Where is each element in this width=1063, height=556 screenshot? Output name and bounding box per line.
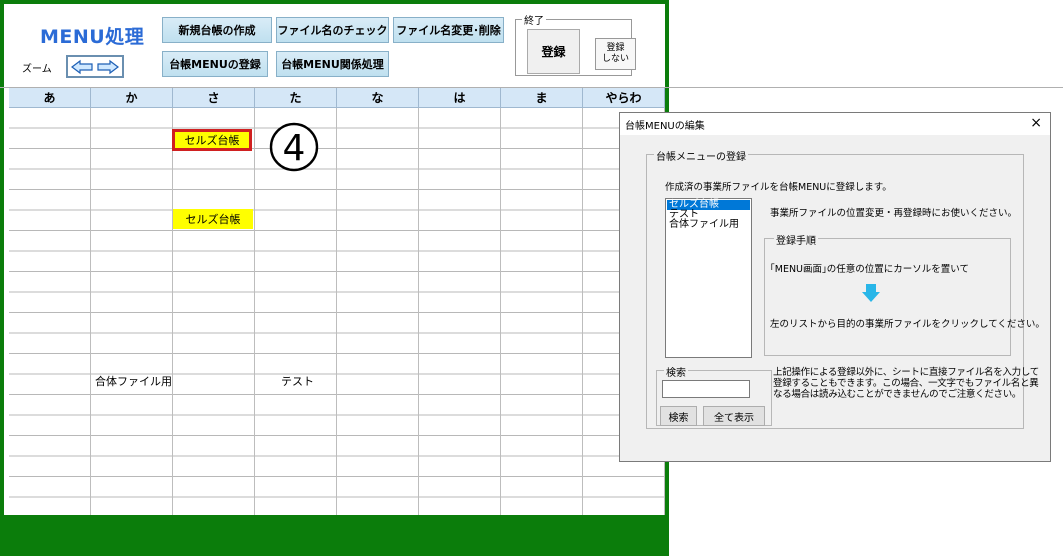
menu-register-group-label: 台帳メニューの登録 <box>654 148 748 163</box>
intro-text: 作成済の事業所ファイルを台帳MENUに登録します。 <box>665 182 892 193</box>
arrow-down-icon <box>862 284 880 302</box>
steps-group <box>764 238 1011 356</box>
edit-menu-dialog: 台帳MENUの編集 × 台帳メニューの登録 作成済の事業所ファイルを台帳MENU… <box>619 112 1051 462</box>
sheet-grid[interactable] <box>9 108 665 515</box>
zoom-label: ズーム <box>22 64 52 75</box>
step1-text: ｢MENU画面｣の任意の位置にカーソルを置いて <box>770 264 969 275</box>
svg-text:4: 4 <box>283 128 306 169</box>
search-button[interactable]: 検索 <box>660 406 697 426</box>
zoom-button[interactable] <box>66 55 124 78</box>
column-header-yarawa[interactable]: やらわ <box>583 88 665 108</box>
rename-delete-button[interactable]: ファイル名変更･削除 <box>393 17 504 43</box>
column-header-ka[interactable]: か <box>91 88 173 108</box>
close-icon[interactable]: × <box>1030 115 1042 131</box>
menu-related-button[interactable]: 台帳MENU関係処理 <box>276 51 389 77</box>
column-header-ha[interactable]: は <box>419 88 501 108</box>
column-header-sa[interactable]: さ <box>173 88 255 108</box>
column-header-row: あ か さ た な は ま やらわ <box>9 88 665 108</box>
sheet-bottom-bar <box>0 515 669 556</box>
register-button[interactable]: 登録 <box>527 29 580 74</box>
search-input[interactable] <box>662 380 750 398</box>
search-group-label: 検索 <box>664 364 688 379</box>
hint-text: 事業所ファイルの位置変更・再登録時にお使いください。 <box>770 208 1018 219</box>
ledger-cell[interactable]: セルズ台帳 <box>173 209 253 229</box>
ledger-list[interactable]: セルズ台帳 テスト 合体ファイル用 <box>665 198 752 358</box>
note-text: 上記操作による登録以外に、シートに直接ファイル名を入力して登録することもできます… <box>773 367 1039 400</box>
list-item[interactable]: 合体ファイル用 <box>667 220 750 230</box>
column-header-na[interactable]: な <box>337 88 419 108</box>
column-header-ta[interactable]: た <box>255 88 337 108</box>
show-all-button[interactable]: 全て表示 <box>703 406 765 426</box>
ledger-cell-selected[interactable]: セルズ台帳 <box>172 129 252 151</box>
new-ledger-button[interactable]: 新規台帳の作成 <box>162 17 272 43</box>
column-header-a[interactable]: あ <box>9 88 91 108</box>
steps-group-label: 登録手順 <box>774 232 818 247</box>
menu-title: MENU処理 <box>40 26 145 48</box>
double-arrow-icon <box>71 59 119 74</box>
step2-text: 左のリストから目的の事業所ファイルをクリックしてください。 <box>770 319 1045 330</box>
dialog-titlebar: 台帳MENUの編集 × <box>620 113 1050 135</box>
step-number-badge: 4 <box>258 121 330 173</box>
column-header-ma[interactable]: ま <box>501 88 583 108</box>
register-menu-button[interactable]: 台帳MENUの登録 <box>162 51 268 77</box>
dialog-title: 台帳MENUの編集 <box>625 121 705 132</box>
combined-file-cell[interactable]: 合体ファイル用 <box>91 372 172 390</box>
test-cell[interactable]: テスト <box>255 372 336 390</box>
end-group-label: 終了 <box>522 12 546 27</box>
no-register-button[interactable]: 登録 しない <box>595 38 636 70</box>
check-filename-button[interactable]: ファイル名のチェック <box>276 17 389 43</box>
